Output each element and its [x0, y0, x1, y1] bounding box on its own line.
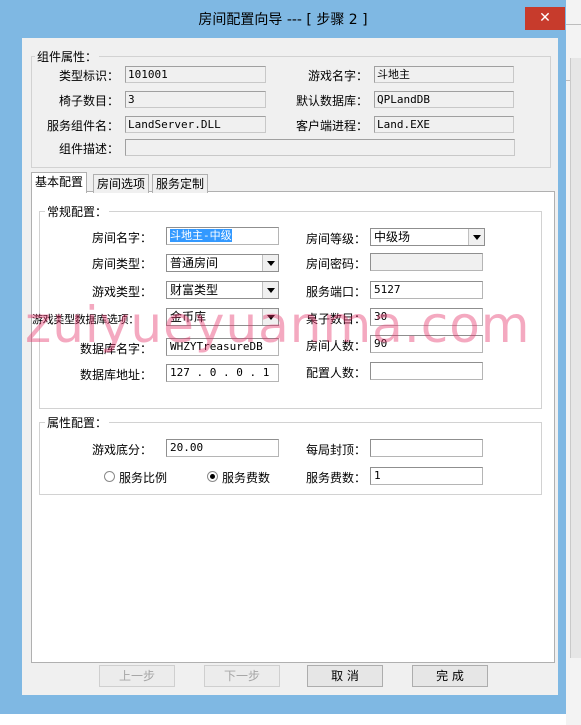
prev-step-button[interactable]: 上一步: [99, 665, 175, 687]
room-type-value: 普通房间: [170, 256, 219, 270]
attribute-config-legend: 属性配置：: [45, 414, 110, 431]
service-component-field: LandServer.DLL: [125, 116, 266, 133]
chairs-field: 3: [125, 91, 266, 108]
component-desc-field: [125, 139, 515, 156]
watermark-text: zuiyueyuanma.com: [25, 296, 531, 354]
next-step-button[interactable]: 下一步: [204, 665, 280, 687]
service-fee-radio[interactable]: [207, 471, 218, 482]
game-name-field: 斗地主: [374, 66, 514, 83]
db-address-label: 数据库地址：: [79, 368, 152, 382]
background-window: [566, 0, 581, 725]
background-scrollbar: [570, 58, 581, 658]
base-score-label: 游戏底分：: [91, 443, 152, 457]
background-divider: [566, 24, 581, 25]
room-type-label: 房间类型：: [91, 257, 152, 271]
finish-button[interactable]: 完 成: [412, 665, 488, 687]
room-level-label: 房间等级：: [305, 232, 366, 246]
cancel-button[interactable]: 取 消: [307, 665, 383, 687]
service-fee-label: 服务费数：: [305, 471, 366, 485]
chevron-down-icon[interactable]: [262, 255, 278, 271]
service-component-label: 服务组件名：: [46, 119, 119, 133]
close-icon[interactable]: ✕: [525, 7, 565, 30]
client-process-field: Land.EXE: [374, 116, 514, 133]
room-level-value: 中级场: [374, 230, 411, 244]
type-id-label: 类型标识：: [58, 69, 119, 83]
config-people-label: 配置人数：: [305, 366, 366, 380]
service-fee-input[interactable]: 1: [370, 467, 483, 485]
tab-room-options[interactable]: 房间选项: [93, 174, 150, 193]
room-type-select[interactable]: 普通房间: [166, 254, 279, 272]
default-db-label: 默认数据库：: [295, 94, 368, 108]
title-bar[interactable]: 房间配置向导 --- [ 步骤 2 ] ✕: [0, 0, 566, 36]
db-address-input[interactable]: 127 . 0 . 0 . 1: [166, 364, 279, 382]
room-password-label: 房间密码：: [305, 257, 366, 271]
dialog-body: 组件属性： 类型标识： 101001 游戏名字： 斗地主 椅子数目： 3 默认数…: [22, 38, 558, 695]
room-level-select[interactable]: 中级场: [370, 228, 485, 246]
component-properties-legend: 组件属性：: [35, 48, 100, 65]
cap-per-round-label: 每局封顶：: [305, 443, 366, 457]
room-name-label: 房间名字：: [91, 231, 152, 245]
client-process-label: 客户端进程：: [295, 119, 368, 133]
type-id-field: 101001: [125, 66, 266, 83]
cap-per-round-input[interactable]: [370, 439, 483, 457]
default-db-field: QPLandDB: [374, 91, 514, 108]
game-name-label: 游戏名字：: [307, 69, 368, 83]
chairs-label: 椅子数目：: [58, 94, 119, 108]
tab-basic-config[interactable]: 基本配置: [31, 172, 88, 193]
config-people-input[interactable]: [370, 362, 483, 380]
room-name-input[interactable]: 斗地主-中级: [166, 227, 279, 245]
window-title: 房间配置向导 --- [ 步骤 2 ]: [198, 12, 368, 28]
chevron-down-icon[interactable]: [468, 229, 484, 245]
component-desc-label: 组件描述：: [58, 142, 119, 156]
service-ratio-radio[interactable]: [104, 471, 115, 482]
general-config-legend: 常规配置：: [45, 203, 110, 220]
game-type-value: 财富类型: [170, 283, 219, 297]
base-score-input[interactable]: 20.00: [166, 439, 279, 457]
room-password-input[interactable]: [370, 253, 483, 271]
service-fee-radio-label: 服务费数: [222, 471, 271, 485]
tab-service-custom[interactable]: 服务定制: [152, 174, 209, 193]
service-ratio-label: 服务比例: [119, 471, 168, 485]
room-name-selected-text: 斗地主-中级: [170, 229, 232, 242]
